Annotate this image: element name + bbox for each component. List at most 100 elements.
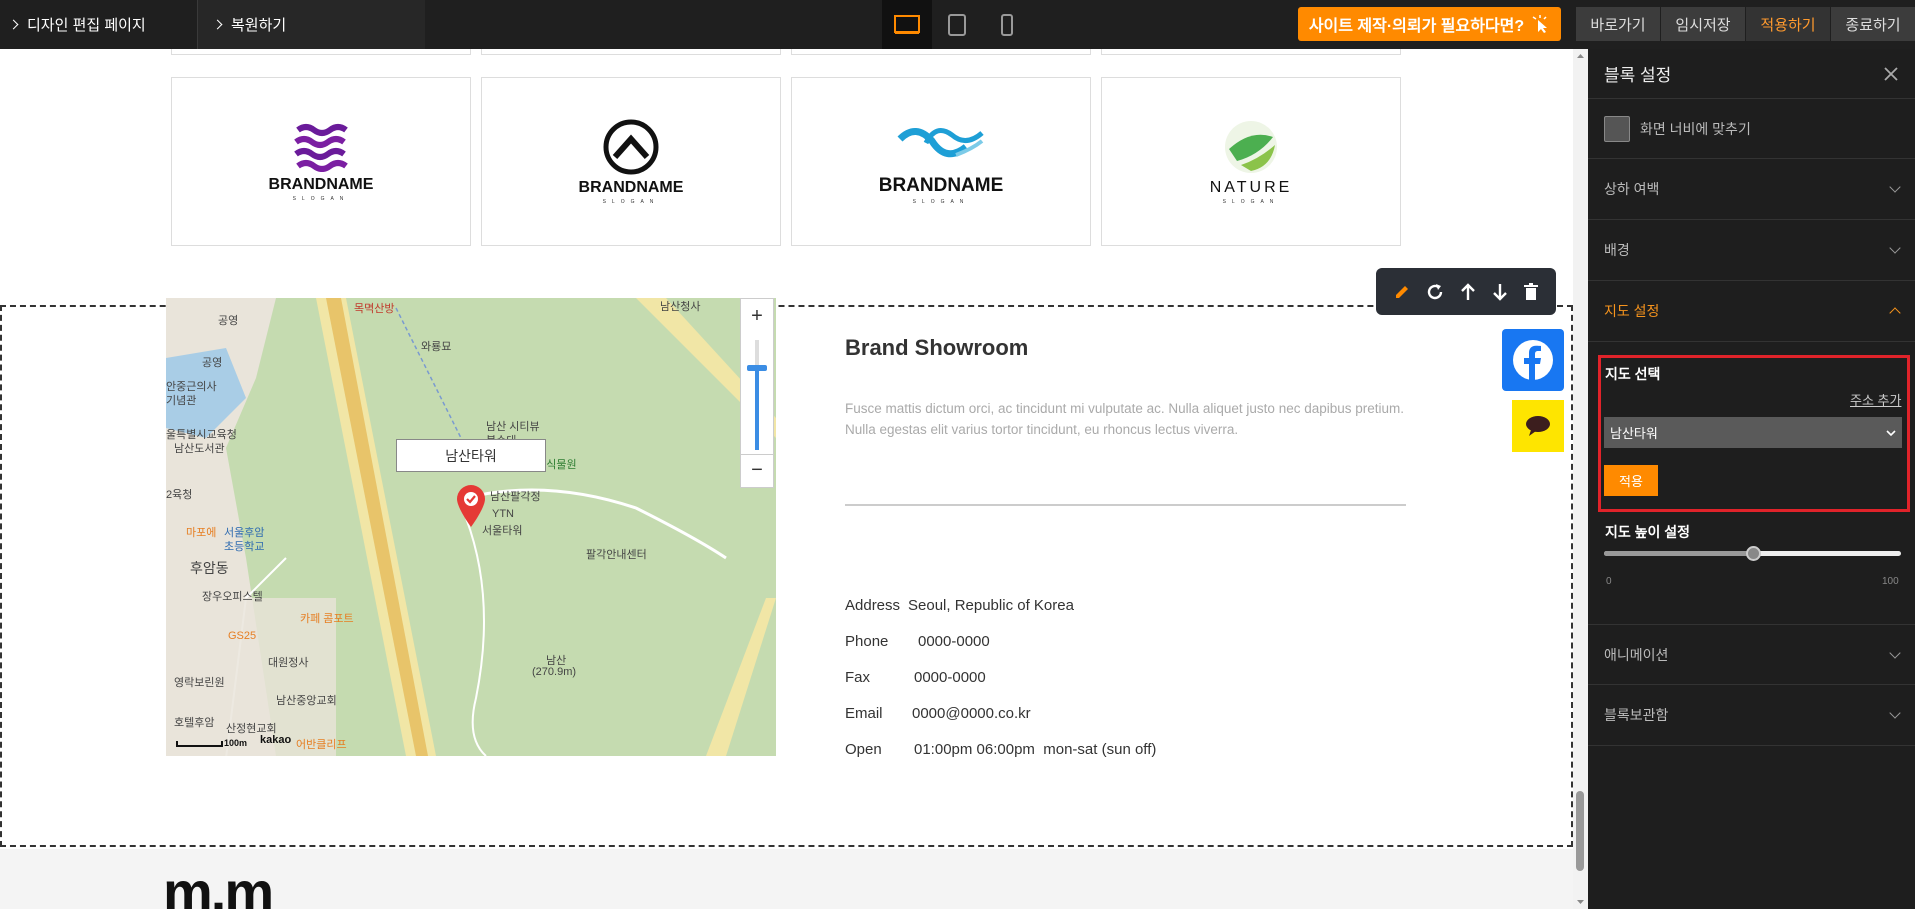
scroll-down-icon[interactable]: [1573, 897, 1588, 907]
chevron-down-icon: [1889, 646, 1901, 659]
map-label: GS25: [228, 630, 257, 642]
scrollbar-thumb[interactable]: [1576, 791, 1584, 871]
brand-slogan: SLOGAN: [1222, 198, 1280, 205]
tablet-icon: [948, 13, 966, 36]
map-label: kakao: [260, 734, 292, 746]
edit-pencil-icon[interactable]: [1393, 283, 1411, 301]
arrow-up-icon[interactable]: [1459, 282, 1477, 302]
logo-box-top: [1101, 49, 1401, 55]
section-animation[interactable]: 애니메이션: [1588, 624, 1915, 685]
desktop-view-button[interactable]: [882, 0, 932, 49]
map-marker-icon[interactable]: [455, 484, 487, 528]
scroll-up-icon[interactable]: [1573, 51, 1588, 61]
tablet-view-button[interactable]: [932, 0, 982, 49]
goto-button[interactable]: 바로가기: [1576, 7, 1660, 41]
facebook-button[interactable]: [1502, 329, 1564, 391]
site-request-button[interactable]: 사이트 제작·의뢰가 필요하다면?: [1298, 7, 1561, 41]
map-label: 남산청사: [660, 301, 701, 313]
logo-card: BRANDNAME SLOGAN: [171, 77, 471, 246]
kakao-map[interactable]: 목멱산방 남산청사 공영 와룡묘 공영 안중근의사 기념관 울특별시교육청 남산…: [166, 298, 776, 756]
block-toolbar: [1376, 268, 1556, 315]
fit-width-checkbox[interactable]: [1604, 115, 1630, 142]
map-marker-label: 남산타워: [396, 439, 546, 472]
brand-name: BRANDNAME: [878, 174, 1004, 196]
info-row-fax: Fax 0000-0000: [845, 669, 986, 686]
info-row-open: Open 01:00pm 06:00pm mon-sat (sun off): [845, 741, 1156, 758]
fit-width-toggle[interactable]: 화면 너비에 맞추기: [1588, 99, 1915, 159]
brand-name: BRANDNAME: [578, 178, 684, 196]
map-label: 남산팔각정: [490, 491, 541, 503]
map-location-select[interactable]: 남산타워: [1604, 417, 1902, 448]
brand-slogan: SLOGAN: [292, 195, 350, 202]
leaf-icon: [1225, 120, 1277, 173]
selected-location: 남산타워: [1610, 426, 1658, 441]
section-background[interactable]: 배경: [1588, 220, 1915, 281]
info-value: Seoul, Republic of Korea: [908, 597, 1074, 614]
design-edit-link[interactable]: 디자인 편집 페이지: [0, 0, 198, 49]
fit-width-label: 화면 너비에 맞추기: [1640, 120, 1751, 137]
restore-link[interactable]: 복원하기: [198, 0, 425, 49]
info-value: 01:00pm 06:00pm mon-sat (sun off): [914, 741, 1157, 758]
exit-button[interactable]: 종료하기: [1831, 7, 1915, 41]
map-label: 공영: [218, 315, 239, 327]
map-label: 후암동: [190, 560, 229, 576]
chevron-down-icon: [1889, 242, 1901, 254]
chevron-right-icon: [212, 19, 223, 30]
chevron-up-icon: [1889, 307, 1901, 319]
animation-label: 애니메이션: [1604, 646, 1669, 663]
block-storage-label: 블록보관함: [1604, 707, 1669, 723]
section-map-settings[interactable]: 지도 설정: [1588, 281, 1915, 342]
mobile-view-button[interactable]: [982, 0, 1032, 49]
background-label: 배경: [1604, 242, 1630, 258]
brand-slogan: SLOGAN: [912, 198, 970, 205]
cta-label: 사이트 제작·의뢰가 필요하다면?: [1308, 18, 1525, 35]
map-label: 기념관: [166, 395, 197, 407]
logo-box-top: [481, 49, 781, 55]
slider-max-label: 100: [1882, 576, 1899, 587]
section-padding[interactable]: 상하 여백: [1588, 159, 1915, 220]
zoom-level-fill: [755, 367, 759, 450]
chevron-right-icon: [8, 19, 19, 30]
canvas-scrollbar[interactable]: [1573, 49, 1588, 909]
wave-icon: [897, 127, 984, 157]
map-apply-button[interactable]: 적용: [1604, 465, 1658, 496]
brand-slogan: SLOGAN: [602, 198, 660, 205]
description-line: Fusce mattis dictum orci, ac tincidunt m…: [845, 401, 1405, 416]
logo-card: BRANDNAME SLOGAN: [791, 77, 1091, 246]
arrow-down-icon[interactable]: [1491, 282, 1509, 302]
chevron-down-icon: [1886, 429, 1896, 436]
map-label: 남산중앙교회: [276, 695, 337, 707]
refresh-icon[interactable]: [1425, 282, 1445, 302]
sparkle-click-icon: [1532, 15, 1548, 33]
map-settings-label: 지도 설정: [1604, 303, 1660, 319]
house-circle-icon: [603, 119, 659, 174]
design-edit-label: 디자인 편집 페이지: [27, 17, 146, 34]
panel-title: 블록 설정: [1604, 66, 1672, 85]
zoom-out-button[interactable]: −: [740, 454, 774, 486]
facebook-icon: [1513, 340, 1553, 380]
temp-save-button[interactable]: 임시저장: [1661, 7, 1745, 41]
chevron-down-icon: [1889, 707, 1901, 719]
map-height-slider[interactable]: [1604, 546, 1901, 561]
map-label: 목멱산방: [354, 303, 395, 315]
info-key: Fax: [845, 669, 871, 686]
apply-button[interactable]: 적용하기: [1746, 7, 1830, 41]
map-label: 서울타워: [482, 525, 523, 537]
showroom-description: Fusce mattis dictum orci, ac tincidunt m…: [845, 398, 1405, 440]
map-label: 남산도서관: [174, 443, 225, 455]
logo-card: NATURE SLOGAN: [1101, 77, 1401, 246]
zoom-slider-handle[interactable]: [747, 364, 767, 371]
logo-card: BRANDNAME SLOGAN: [481, 77, 781, 246]
chevron-down-icon: [1889, 181, 1901, 193]
zoom-in-button[interactable]: +: [740, 300, 774, 332]
wave-grid-icon: [294, 123, 348, 172]
map-label: 영락보린원: [174, 677, 225, 689]
kakaotalk-button[interactable]: [1512, 400, 1564, 452]
section-block-storage[interactable]: 블록보관함: [1588, 685, 1915, 746]
map-label: 2육청: [166, 489, 193, 501]
trash-icon[interactable]: [1523, 282, 1539, 302]
slider-handle[interactable]: [1745, 546, 1761, 561]
map-label: 와룡묘: [421, 341, 452, 353]
close-icon[interactable]: [1883, 66, 1899, 82]
add-address-link[interactable]: 주소 추가: [1850, 390, 1901, 409]
